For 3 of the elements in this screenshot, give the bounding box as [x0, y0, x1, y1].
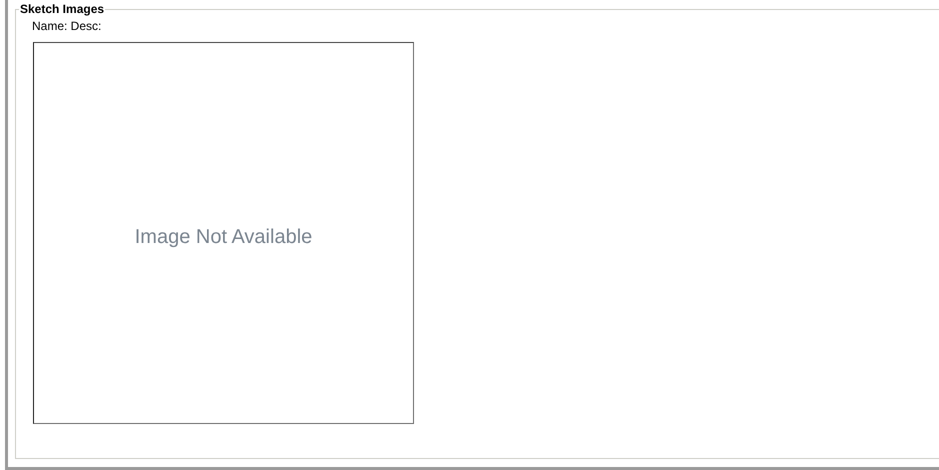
image-caption: Name: Desc: [32, 19, 102, 35]
group-title: Sketch Images [19, 2, 106, 16]
image-placeholder-text: Image Not Available [134, 224, 312, 248]
